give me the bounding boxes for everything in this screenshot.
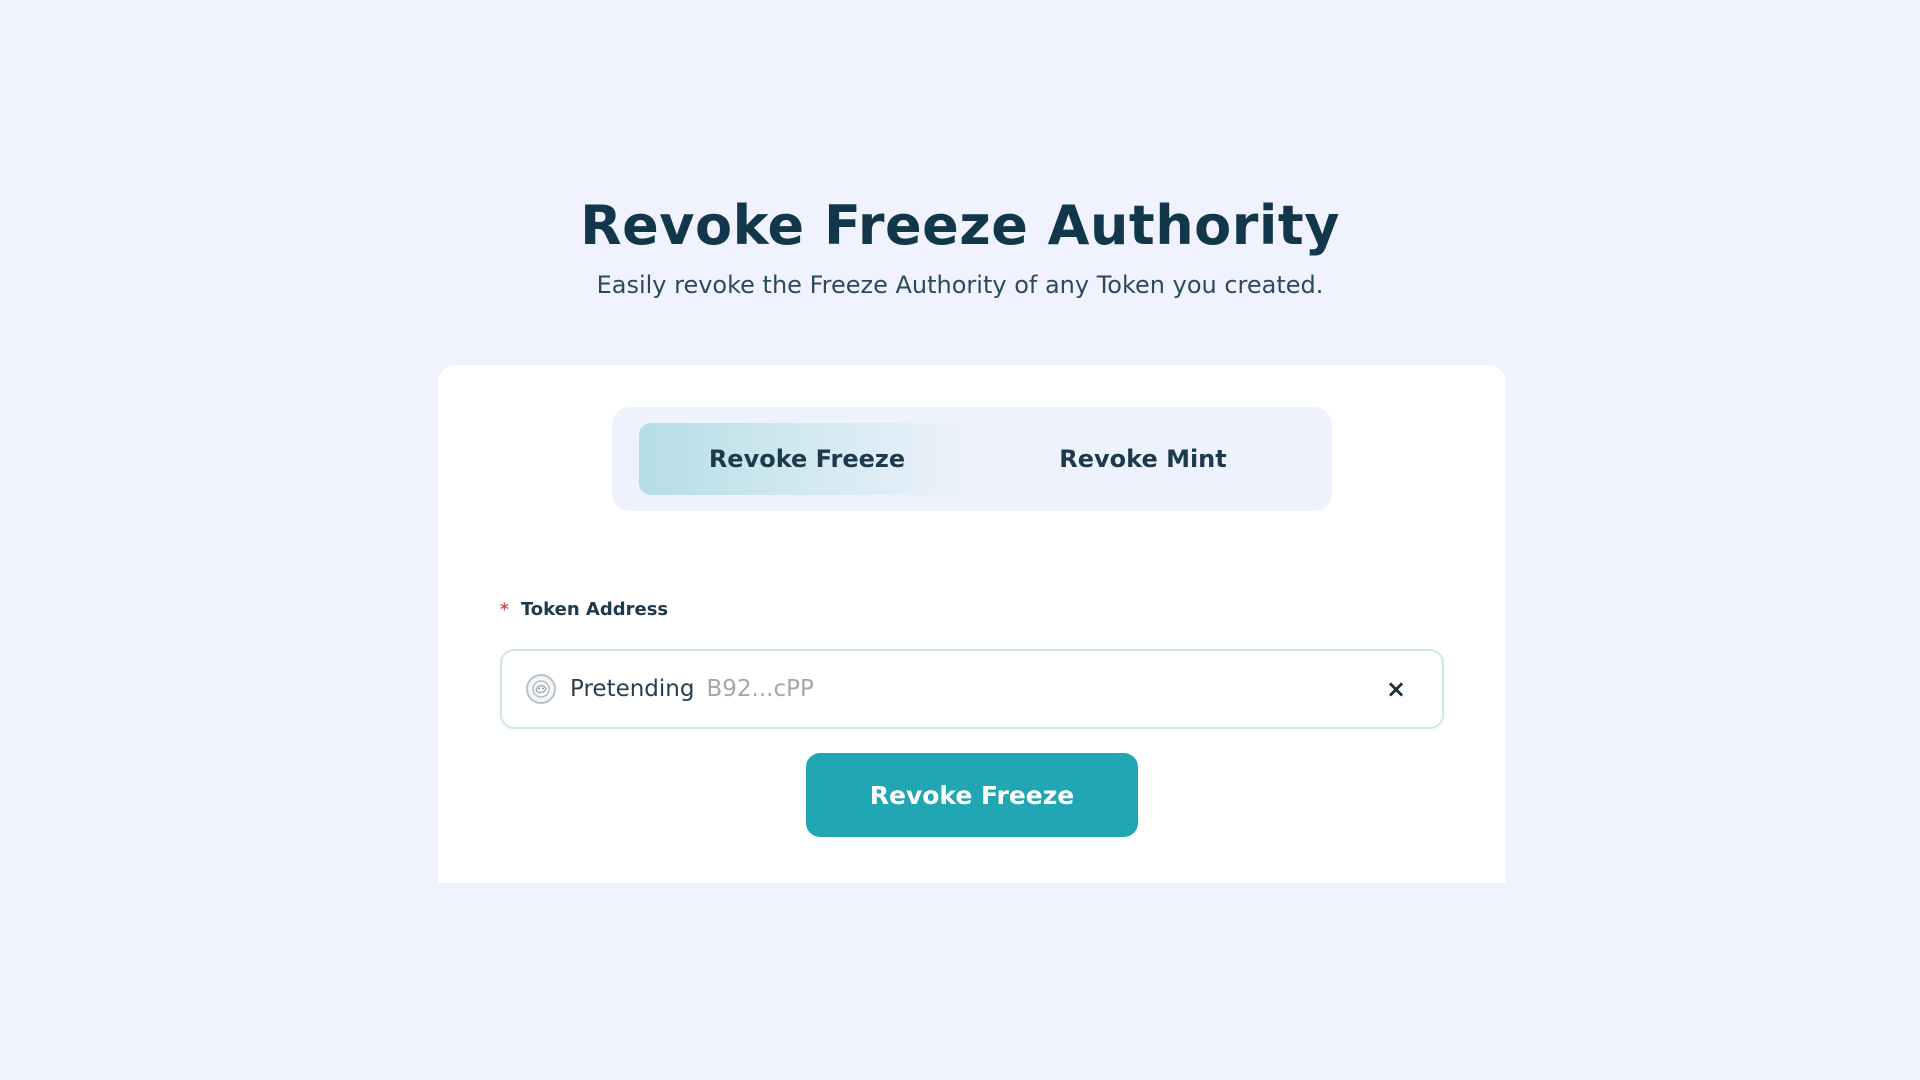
token-name: Pretending [570, 676, 695, 702]
token-address-label: * Token Address [500, 599, 668, 620]
required-marker: * [500, 599, 509, 620]
tab-revoke-mint[interactable]: Revoke Mint [975, 423, 1311, 495]
revoke-freeze-button[interactable]: Revoke Freeze [806, 753, 1138, 837]
tab-revoke-freeze[interactable]: Revoke Freeze [639, 423, 975, 495]
token-address-label-text: Token Address [520, 599, 669, 620]
tab-switch: Revoke Freeze Revoke Mint [612, 407, 1332, 511]
clear-icon[interactable]: × [1380, 673, 1412, 705]
token-address: B92...cPP [706, 676, 814, 702]
page-subtitle: Easily revoke the Freeze Authority of an… [596, 271, 1324, 299]
token-avatar-icon [526, 674, 556, 704]
page-title: Revoke Freeze Authority [580, 194, 1340, 257]
revoke-card: Revoke Freeze Revoke Mint * Token Addres… [438, 365, 1506, 883]
token-select[interactable]: Pretending B92...cPP × [500, 649, 1444, 729]
